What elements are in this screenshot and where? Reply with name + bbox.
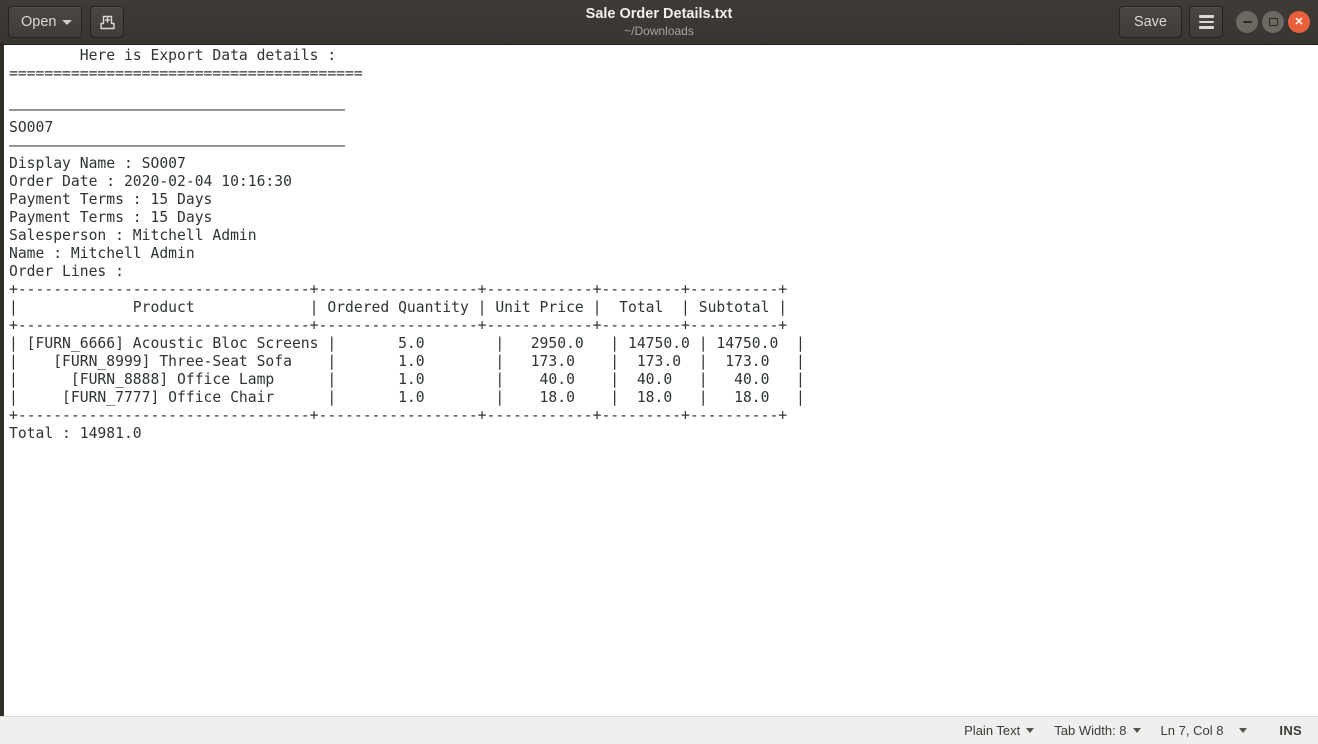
titlebar-left-actions: Open	[8, 6, 125, 38]
cursor-position-label: Ln 7, Col 8	[1160, 723, 1224, 738]
new-document-icon	[100, 15, 115, 29]
minimize-button[interactable]	[1236, 11, 1258, 33]
text-editor-view[interactable]: Here is Export Data details : ==========…	[4, 45, 1318, 716]
open-button[interactable]: Open	[8, 6, 83, 38]
insert-mode-label: INS	[1279, 723, 1302, 738]
maximize-button[interactable]	[1262, 11, 1284, 33]
open-button-label: Open	[21, 14, 57, 30]
chevron-down-icon	[1026, 728, 1035, 733]
titlebar-right-actions: Save ✕	[1118, 6, 1310, 38]
chevron-down-icon	[62, 19, 73, 25]
language-label: Plain Text	[964, 723, 1021, 738]
chevron-down-icon	[1239, 728, 1248, 733]
window-controls: ✕	[1236, 11, 1310, 33]
insert-mode-indicator: INS	[1265, 717, 1304, 744]
chevron-down-icon	[1132, 728, 1141, 733]
tab-width-selector[interactable]: Tab Width: 8	[1044, 717, 1150, 744]
document-text[interactable]: Here is Export Data details : ==========…	[4, 45, 1318, 443]
cursor-position: Ln 7, Col 8	[1151, 717, 1228, 744]
hamburger-menu-button[interactable]	[1189, 6, 1223, 38]
statusbar: Plain Text Tab Width: 8 Ln 7, Col 8 INS	[0, 716, 1318, 744]
document-area[interactable]: Here is Export Data details : ==========…	[0, 45, 1318, 716]
hamburger-menu-icon	[1198, 15, 1214, 29]
maximize-icon	[1268, 18, 1278, 26]
gedit-window: Open Sale Order Details.txt ~/Downloads …	[0, 0, 1318, 744]
tab-width-label: Tab Width: 8	[1054, 723, 1127, 738]
window-title: Sale Order Details.txt	[585, 6, 733, 22]
new-document-button[interactable]	[90, 6, 125, 38]
language-selector[interactable]: Plain Text	[954, 717, 1044, 744]
save-button-label: Save	[1133, 14, 1167, 30]
titlebar: Open Sale Order Details.txt ~/Downloads …	[0, 0, 1318, 45]
save-button[interactable]: Save	[1118, 6, 1182, 38]
close-icon: ✕	[1294, 15, 1304, 28]
window-subtitle-path: ~/Downloads	[624, 24, 694, 38]
minimize-icon	[1242, 21, 1252, 23]
close-button[interactable]: ✕	[1288, 11, 1310, 33]
cursor-position-menu-button[interactable]	[1227, 717, 1265, 744]
